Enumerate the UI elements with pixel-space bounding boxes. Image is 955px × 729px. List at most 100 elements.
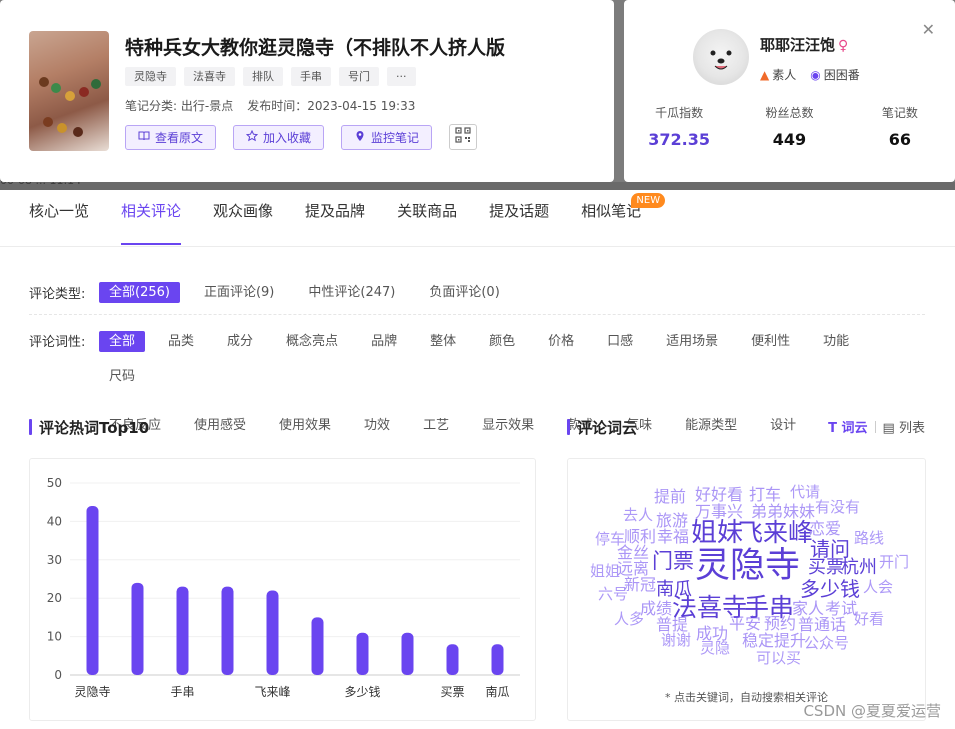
word-option-chip[interactable]: 价格	[538, 331, 584, 352]
book-icon	[138, 130, 150, 145]
note-thumbnail[interactable]	[29, 31, 109, 151]
wordcloud-word[interactable]: 人会	[863, 580, 893, 595]
bar[interactable]	[86, 506, 99, 675]
wordcloud-word[interactable]: 有没有	[815, 500, 860, 515]
top10-title: 评论热词Top10	[29, 417, 149, 438]
wordcloud-word[interactable]: 万事兴	[695, 504, 743, 520]
wordcloud-word[interactable]: 好看	[854, 612, 884, 627]
wordcloud-word[interactable]: 平安	[729, 616, 761, 632]
bar[interactable]	[266, 590, 279, 675]
word-option-chip[interactable]: 尺码	[99, 366, 145, 387]
word-option-chip[interactable]: 工艺	[413, 415, 459, 436]
tab-audience[interactable]: 观众画像	[213, 200, 273, 246]
close-icon[interactable]: ✕	[922, 20, 935, 39]
view-toggle: T 词云 ▤ 列表	[828, 417, 925, 436]
view-original-button[interactable]: 查看原文	[125, 124, 217, 150]
wordcloud-word[interactable]: 去人	[623, 508, 653, 523]
bar[interactable]	[311, 617, 324, 675]
toggle-list-button[interactable]: ▤ 列表	[883, 417, 925, 436]
wordcloud-word[interactable]: 请问	[810, 539, 850, 559]
bar[interactable]	[221, 586, 234, 675]
word-option-chip[interactable]: 设计	[760, 415, 806, 436]
wordcloud-word[interactable]: 稳定提升	[742, 633, 806, 649]
wordcloud-word[interactable]: 杭州	[841, 559, 877, 577]
wordcloud-word[interactable]: 新冠	[624, 577, 656, 593]
y-tick-label: 10	[47, 630, 62, 644]
wordcloud-word[interactable]: 姐姐	[590, 564, 620, 579]
author-name[interactable]: 耶耶汪汪饱	[760, 36, 835, 54]
note-tag[interactable]: 号门	[339, 67, 379, 86]
word-option-chip[interactable]: 品类	[158, 331, 204, 352]
bar[interactable]	[176, 586, 189, 675]
monitor-note-button[interactable]: 监控笔记	[341, 124, 433, 150]
wordcloud-word[interactable]: 幸福	[657, 529, 689, 545]
word-option-chip[interactable]: 功能	[813, 331, 859, 352]
word-option-chip[interactable]: 功效	[354, 415, 400, 436]
add-favorite-button[interactable]: 加入收藏	[233, 124, 325, 150]
word-option-chip[interactable]: 使用感受	[184, 415, 256, 436]
bar[interactable]	[401, 632, 414, 675]
wordcloud-word[interactable]: 弟弟妹妹	[751, 504, 815, 520]
comment-type-negative[interactable]: 负面评论(0)	[419, 282, 509, 303]
bar[interactable]	[491, 644, 504, 675]
tab-topics[interactable]: 提及话题	[489, 200, 549, 246]
comment-type-neutral[interactable]: 中性评论(247)	[298, 282, 405, 303]
wordcloud-word[interactable]: 南瓜	[656, 581, 692, 599]
wordcloud-word[interactable]: 人多	[614, 612, 644, 627]
word-option-chip[interactable]: 品牌	[361, 331, 407, 352]
author-tags: ▲ 素人 ◉ 困困番	[760, 66, 860, 83]
wordcloud-word[interactable]: 恋爱	[809, 521, 841, 537]
wordcloud-word[interactable]: 提前	[654, 489, 686, 505]
comment-type-all[interactable]: 全部(256)	[99, 282, 180, 303]
note-tag[interactable]: 法喜寺	[184, 67, 235, 86]
wordcloud-word[interactable]: 路线	[854, 531, 884, 546]
filter-divider	[29, 314, 925, 315]
tab-brands[interactable]: 提及品牌	[305, 200, 365, 246]
word-option-chip[interactable]: 便利性	[741, 331, 800, 352]
word-option-chip[interactable]: 全部	[99, 331, 146, 352]
bar[interactable]	[131, 582, 144, 675]
wordcloud-word[interactable]: 公众号	[804, 636, 849, 651]
backdrop-strip	[0, 182, 955, 190]
wordcloud-word[interactable]: 开门	[879, 555, 909, 570]
tab-similar-notes[interactable]: 相似笔记 NEW	[581, 193, 666, 246]
wordcloud-word[interactable]: 多少钱	[800, 579, 860, 599]
word-option-chip[interactable]: 能源类型	[675, 415, 747, 436]
top10-bar-chart: 0 10 20 30 40 50 灵隐寺 手串 飞来峰 多少钱 买票 南瓜	[47, 476, 520, 699]
author-label: ◉ 困困番	[810, 68, 860, 82]
author-avatar[interactable]	[693, 29, 749, 85]
word-option-chip[interactable]: 显示效果	[472, 415, 544, 436]
wordcloud-word[interactable]: 预约	[764, 616, 796, 632]
note-tag[interactable]: 手串	[291, 67, 331, 86]
wordcloud-word[interactable]: 六号	[598, 587, 628, 602]
word-option-chip[interactable]: 整体	[420, 331, 466, 352]
wordcloud-word[interactable]: 买票	[808, 559, 844, 577]
note-tag[interactable]: 灵隐寺	[125, 67, 176, 86]
wordcloud-word[interactable]: 姐妹	[691, 520, 743, 546]
word-option-chip[interactable]: 颜色	[479, 331, 525, 352]
tab-products[interactable]: 关联商品	[397, 200, 457, 246]
wordcloud-word[interactable]: 灵隐寺	[695, 549, 800, 584]
tab-overview[interactable]: 核心一览	[29, 200, 89, 246]
tab-comments[interactable]: 相关评论	[121, 200, 182, 246]
note-tag[interactable]: 排队	[243, 67, 283, 86]
word-option-chip[interactable]: 使用效果	[269, 415, 341, 436]
word-option-chip[interactable]: 概念亮点	[276, 331, 348, 352]
wordcloud-word[interactable]: 门票	[652, 551, 694, 572]
wordcloud-word[interactable]: 打车	[749, 487, 781, 503]
word-option-chip[interactable]: 成分	[217, 331, 263, 352]
bar[interactable]	[356, 632, 369, 675]
word-option-chip[interactable]: 适用场景	[656, 331, 728, 352]
more-tags-button[interactable]: ···	[387, 67, 416, 86]
comment-type-positive[interactable]: 正面评论(9)	[194, 282, 284, 303]
word-option-chip[interactable]: 口感	[597, 331, 643, 352]
wordcloud-word[interactable]: 可以买	[756, 651, 801, 666]
toggle-cloud-button[interactable]: T 词云	[828, 417, 867, 436]
wordcloud-word[interactable]: 灵隐	[700, 641, 730, 656]
author-type: ▲ 素人	[760, 68, 797, 82]
wordcloud-word[interactable]: 飞来峰	[738, 520, 813, 545]
wordcloud-word[interactable]: 谢谢	[661, 633, 691, 648]
qr-code-button[interactable]	[449, 124, 478, 150]
bar[interactable]	[446, 644, 459, 675]
wordcloud-word[interactable]: 好好看	[695, 487, 743, 503]
